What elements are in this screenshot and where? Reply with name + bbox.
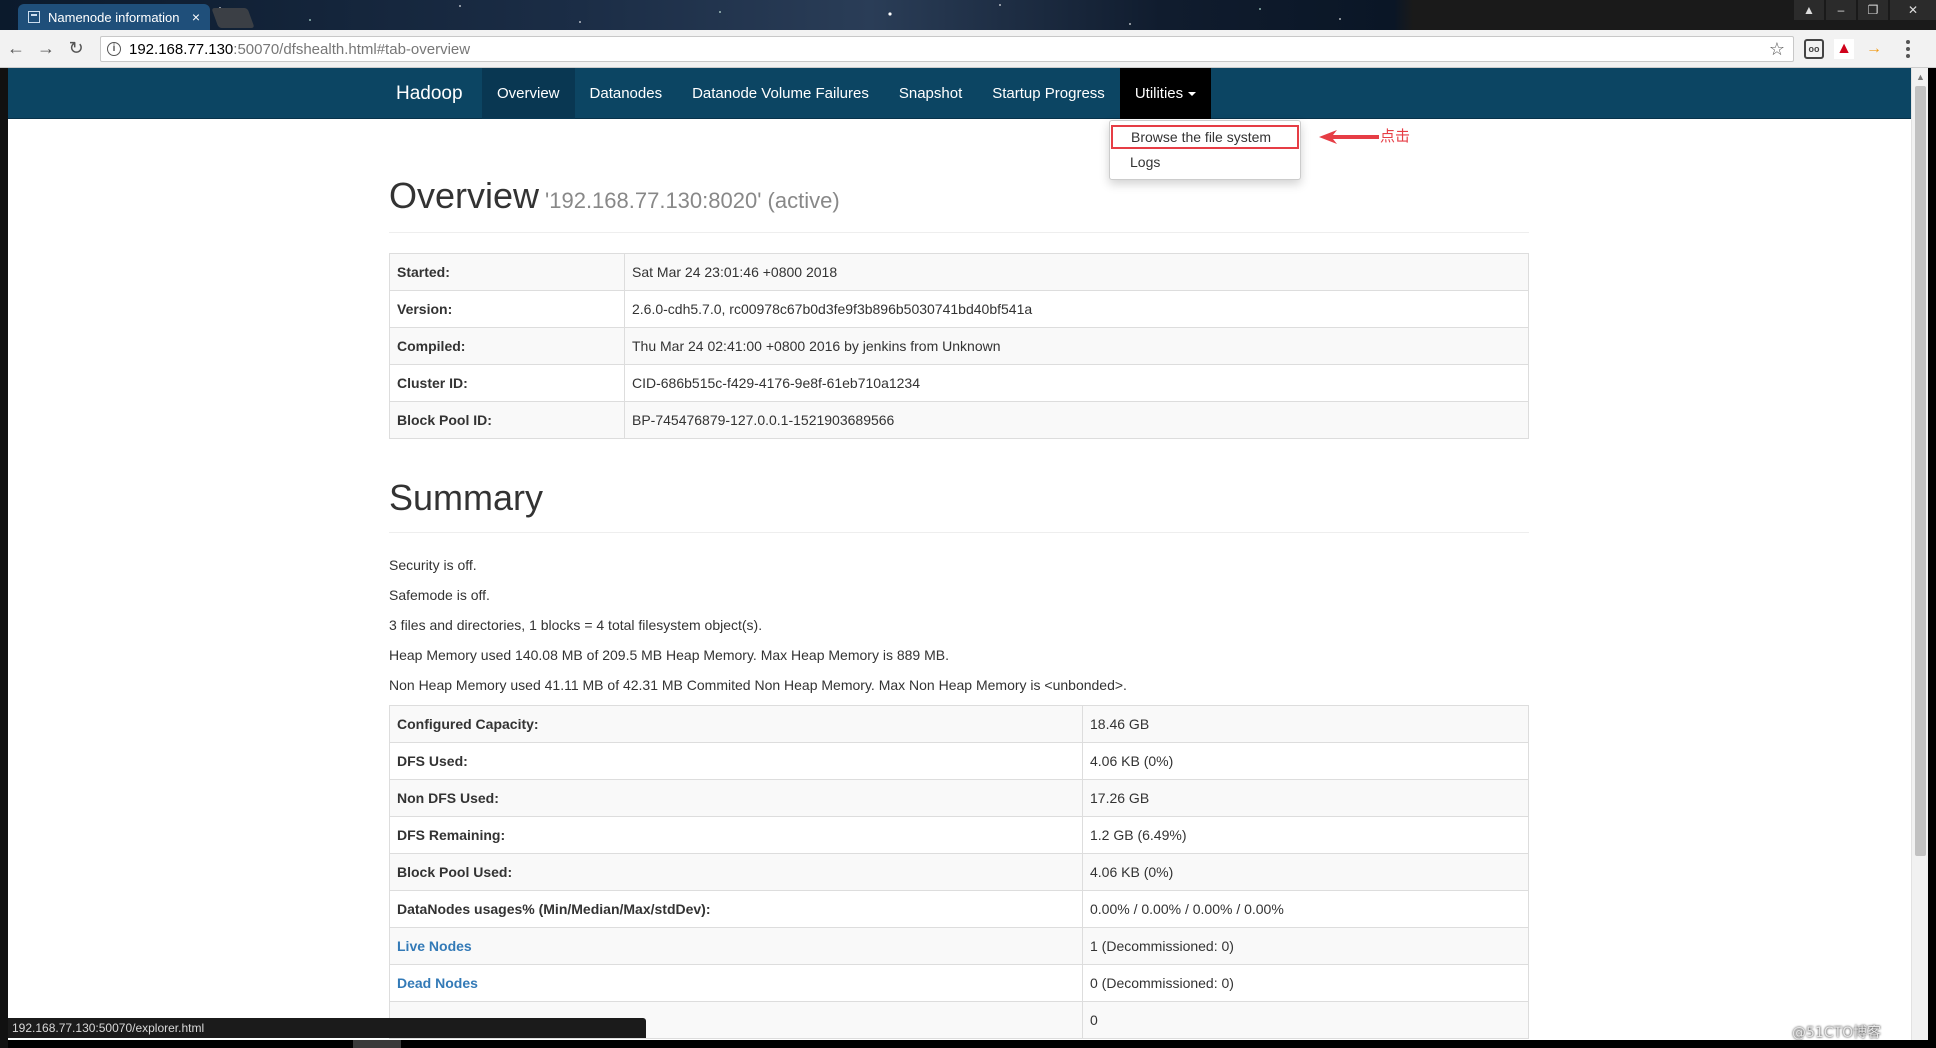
profile-icon[interactable]: ▲ xyxy=(1794,0,1824,20)
summary-row: Configured Capacity: 18.46 GB xyxy=(389,705,1529,743)
overview-row: Cluster ID: CID-686b515c-f429-4176-9e8f-6… xyxy=(389,364,1529,402)
tab-title: Namenode information xyxy=(48,9,180,25)
bookmark-star-icon[interactable]: ☆ xyxy=(1769,39,1785,60)
summary-table: Configured Capacity: 18.46 GB DFS Used: 4.0… xyxy=(389,705,1529,1039)
reload-icon[interactable]: ↻ xyxy=(62,35,90,63)
summary-row-value: 17.26 GB xyxy=(1082,779,1529,817)
summary-line: Heap Memory used 140.08 MB of 209.5 MB H… xyxy=(389,647,949,663)
hadoop-navbar: Hadoop Overview Datanodes Datanode Volum… xyxy=(8,68,1911,119)
overview-title: Overview xyxy=(389,175,540,216)
extension-reader-icon[interactable]: oo xyxy=(1804,39,1824,59)
summary-row-link[interactable]: Live Nodes xyxy=(397,938,472,954)
summary-row: DFS Remaining: 1.2 GB (6.49%) xyxy=(389,816,1529,854)
summary-row-value: 0 xyxy=(1082,1001,1529,1039)
summary-row-key: DFS Used: xyxy=(389,742,1083,780)
url-path: :50070/dfshealth.html#tab-overview xyxy=(233,40,471,58)
summary-row-value: 1 (Decommissioned: 0) xyxy=(1082,927,1529,965)
tab-close-icon[interactable]: × xyxy=(192,9,200,25)
site-info-icon[interactable]: i xyxy=(107,42,121,56)
overview-row-value: 2.6.0-cdh5.7.0, rc00978c67b0d3fe9f3b896b… xyxy=(624,290,1529,328)
summary-row-value: 0 (Decommissioned: 0) xyxy=(1082,964,1529,1002)
summary-lines: Security is off. Safemode is off. 3 files … xyxy=(389,555,1529,695)
overview-row: Block Pool ID: BP-745476879-127.0.0.1-152… xyxy=(389,401,1529,439)
summary-row-value: 0.00% / 0.00% / 0.00% / 0.00% xyxy=(1082,890,1529,928)
summary-row-key: DFS Remaining: xyxy=(389,816,1083,854)
navbar-brand[interactable]: Hadoop xyxy=(389,68,470,119)
summary-row: Dead Nodes 0 (Decommissioned: 0) xyxy=(389,964,1529,1002)
overview-row-key: Version: xyxy=(389,290,625,328)
extension-amazon-icon[interactable]: → xyxy=(1864,39,1884,59)
browser-menu-icon[interactable] xyxy=(1906,40,1910,58)
summary-row: Block Pool Used: 4.06 KB (0%) xyxy=(389,853,1529,891)
url-host: 192.168.77.130 xyxy=(129,40,234,58)
summary-row: Non DFS Used: 17.26 GB xyxy=(389,779,1529,817)
overview-subtitle: '192.168.77.130:8020' (active) xyxy=(545,188,840,213)
status-bar-url: 192.168.77.130:50070/explorer.html xyxy=(8,1018,646,1038)
overview-row-key: Block Pool ID: xyxy=(389,401,625,439)
scrollbar-thumb[interactable] xyxy=(1915,86,1926,856)
nav-snapshot[interactable]: Snapshot xyxy=(884,68,977,119)
nav-utilities[interactable]: Utilities xyxy=(1119,68,1212,119)
overview-row-key: Compiled: xyxy=(389,327,625,365)
window-left-edge xyxy=(0,68,8,1048)
summary-heading: Summary xyxy=(389,477,1529,533)
address-bar[interactable]: i 192.168.77.130:50070/dfshealth.html#ta… xyxy=(100,36,1794,62)
summary-line: Non Heap Memory used 41.11 MB of 42.31 M… xyxy=(389,677,1127,693)
close-window-icon[interactable]: ✕ xyxy=(1890,0,1936,20)
overview-row-value: Thu Mar 24 02:41:00 +0800 2016 by jenkin… xyxy=(624,327,1529,365)
overview-row: Version: 2.6.0-cdh5.7.0, rc00978c67b0d3fe… xyxy=(389,290,1529,328)
extension-pdf-icon[interactable]: ▲ xyxy=(1834,39,1854,59)
overview-row-key: Cluster ID: xyxy=(389,364,625,402)
summary-row-value: 1.2 GB (6.49%) xyxy=(1082,816,1529,854)
summary-row-value: 18.46 GB xyxy=(1082,705,1529,743)
summary-line: Safemode is off. xyxy=(389,587,490,603)
summary-row-link[interactable]: Dead Nodes xyxy=(397,975,478,991)
nav-datanodes[interactable]: Datanodes xyxy=(575,68,678,119)
summary-line: 3 files and directories, 1 blocks = 4 to… xyxy=(389,617,763,633)
summary-row-key: Non DFS Used: xyxy=(389,779,1083,817)
overview-row-value: Sat Mar 24 23:01:46 +0800 2018 xyxy=(624,253,1529,291)
summary-row: DFS Used: 4.06 KB (0%) xyxy=(389,742,1529,780)
summary-row: DataNodes usages% (Min/Median/Max/stdDev… xyxy=(389,890,1529,928)
restore-icon[interactable]: ❐ xyxy=(1858,0,1888,20)
window-controls: ▲ – ❐ ✕ xyxy=(1792,0,1936,24)
summary-line: Security is off. xyxy=(389,557,477,573)
main-content: Overview '192.168.77.130:8020' (active) S… xyxy=(389,119,1529,1039)
forward-arrow-icon[interactable]: → xyxy=(32,35,60,63)
summary-row: Live Nodes 1 (Decommissioned: 0) xyxy=(389,927,1529,965)
nav-datanode-volume-failures[interactable]: Datanode Volume Failures xyxy=(677,68,884,119)
nav-overview[interactable]: Overview xyxy=(482,68,575,119)
scroll-up-icon[interactable]: ▲ xyxy=(1916,72,1925,82)
back-arrow-icon[interactable]: ← xyxy=(2,35,30,63)
summary-row-key: Block Pool Used: xyxy=(389,853,1083,891)
watermark: @51CTO博客 xyxy=(1792,1025,1882,1041)
overview-row-value: BP-745476879-127.0.0.1-1521903689566 xyxy=(624,401,1529,439)
summary-row-key: Dead Nodes xyxy=(389,964,1083,1002)
overview-row-value: CID-686b515c-f429-4176-9e8f-61eb710a1234 xyxy=(624,364,1529,402)
nav-utilities-label: Utilities xyxy=(1134,85,1184,102)
overview-row: Compiled: Thu Mar 24 02:41:00 +0800 2016 … xyxy=(389,327,1529,365)
page-viewport: Hadoop Overview Datanodes Datanode Volum… xyxy=(8,68,1911,1040)
overview-heading: Overview '192.168.77.130:8020' (active) xyxy=(389,175,1529,233)
summary-row-value: 4.06 KB (0%) xyxy=(1082,853,1529,891)
overview-row: Started: Sat Mar 24 23:01:46 +0800 2018 xyxy=(389,253,1529,291)
titlebar-background xyxy=(200,0,1370,30)
page-scrollbar[interactable]: ▲ xyxy=(1911,68,1928,1040)
nav-startup-progress[interactable]: Startup Progress xyxy=(977,68,1120,119)
summary-row-value: 4.06 KB (0%) xyxy=(1082,742,1529,780)
new-tab-button[interactable] xyxy=(211,8,255,28)
taskbar-fragment xyxy=(353,1040,401,1048)
browser-tab[interactable]: Namenode information × xyxy=(18,4,210,30)
caret-down-icon xyxy=(1188,92,1197,97)
page-favicon-icon xyxy=(28,11,40,23)
summary-row-key: Live Nodes xyxy=(389,927,1083,965)
overview-row-key: Started: xyxy=(389,253,625,291)
browser-titlebar: Namenode information × ▲ – ❐ ✕ xyxy=(0,0,1936,30)
summary-row-key: Configured Capacity: xyxy=(389,705,1083,743)
minimize-icon[interactable]: – xyxy=(1826,0,1856,20)
summary-row-key: DataNodes usages% (Min/Median/Max/stdDev… xyxy=(389,890,1083,928)
navbar-menu: Overview Datanodes Datanode Volume Failu… xyxy=(482,68,1212,119)
browser-toolbar: ← → ↻ i 192.168.77.130:50070/dfshealth.h… xyxy=(0,30,1936,68)
overview-table: Started: Sat Mar 24 23:01:46 +0800 2018 Ve… xyxy=(389,253,1529,439)
